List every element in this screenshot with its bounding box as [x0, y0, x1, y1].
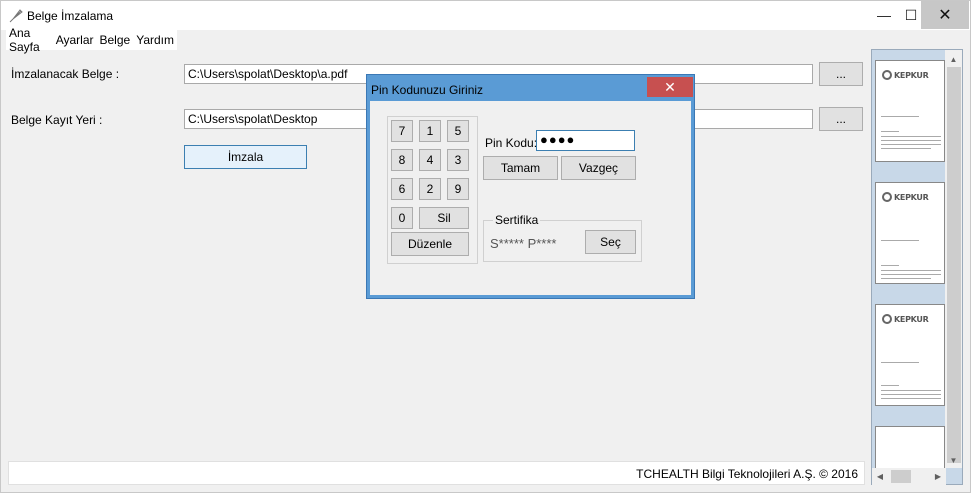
- dialog-title: Pin Kodunuzu Giriniz: [371, 83, 484, 97]
- key-6[interactable]: 6: [391, 178, 413, 200]
- cancel-button[interactable]: Vazgeç: [561, 156, 636, 180]
- browse-save-button[interactable]: ...: [819, 107, 863, 131]
- save-location-label: Belge Kayıt Yeri :: [11, 113, 103, 127]
- menu-ayarlar[interactable]: Ayarlar: [53, 33, 97, 47]
- close-icon: ✕: [664, 78, 676, 95]
- preview-logo: KEPKUR: [894, 315, 929, 324]
- key-5[interactable]: 5: [447, 120, 469, 142]
- status-bar: TCHEALTH Bilgi Teknolojileri A.Ş. © 2016: [8, 461, 865, 485]
- menu-bar: Ana Sayfa Ayarlar Belge Yardım: [6, 26, 177, 54]
- copyright-text: TCHEALTH Bilgi Teknolojileri A.Ş. © 2016: [636, 467, 858, 481]
- key-9[interactable]: 9: [447, 178, 469, 200]
- main-window: Belge İmzalama — ☐ ✕ Ana Sayfa Ayarlar B…: [0, 0, 971, 493]
- horizontal-scroll-thumb[interactable]: [891, 470, 911, 483]
- select-certificate-button[interactable]: Seç: [585, 230, 636, 254]
- key-7[interactable]: 7: [391, 120, 413, 142]
- certificate-group-label: Sertifika: [493, 213, 541, 227]
- scroll-left-icon[interactable]: ◀: [873, 469, 887, 484]
- window-title: Belge İmzalama: [27, 9, 114, 23]
- app-feather-icon: [9, 9, 23, 23]
- browse-document-button[interactable]: ...: [819, 62, 863, 86]
- sign-button[interactable]: İmzala: [184, 145, 307, 169]
- vertical-scroll-thumb[interactable]: [947, 67, 961, 463]
- logo-icon: [882, 314, 892, 324]
- delete-key[interactable]: Sil: [419, 207, 469, 229]
- key-3[interactable]: 3: [447, 149, 469, 171]
- key-2[interactable]: 2: [419, 178, 441, 200]
- preview-page-1[interactable]: KEPKUR: [875, 60, 945, 162]
- maximize-icon: ☐: [904, 6, 918, 23]
- preview-logo: KEPKUR: [894, 193, 929, 202]
- menu-ana-sayfa[interactable]: Ana Sayfa: [6, 26, 53, 54]
- minimize-icon: —: [877, 7, 891, 23]
- preview-page-2[interactable]: KEPKUR: [875, 182, 945, 284]
- dialog-close-button[interactable]: ✕: [647, 77, 693, 97]
- preview-page-3[interactable]: KEPKUR: [875, 304, 945, 406]
- scroll-right-icon[interactable]: ▶: [931, 469, 945, 484]
- key-1[interactable]: 1: [419, 120, 441, 142]
- scroll-up-icon[interactable]: ▲: [945, 52, 962, 66]
- certificate-name: S***** P****: [490, 236, 557, 251]
- title-bar: Belge İmzalama — ☐ ✕: [1, 1, 970, 30]
- menu-yardim[interactable]: Yardım: [133, 33, 177, 47]
- logo-icon: [882, 192, 892, 202]
- pin-label: Pin Kodu:: [485, 136, 538, 150]
- pin-dialog: Pin Kodunuzu Giriniz ✕ 7 1 5 8 4 3 6 2 9…: [366, 74, 695, 299]
- key-4[interactable]: 4: [419, 149, 441, 171]
- menu-belge[interactable]: Belge: [97, 33, 134, 47]
- dialog-body: 7 1 5 8 4 3 6 2 9 0 Sil Düzenle Pin Kodu…: [370, 101, 691, 295]
- close-icon: ✕: [938, 7, 952, 24]
- scroll-down-icon[interactable]: ▼: [945, 453, 962, 467]
- pin-input[interactable]: ●●●●: [536, 130, 635, 151]
- document-label: İmzalanacak Belge :: [11, 67, 120, 81]
- ok-button[interactable]: Tamam: [483, 156, 558, 180]
- key-0[interactable]: 0: [391, 207, 413, 229]
- shuffle-keys-button[interactable]: Düzenle: [391, 232, 469, 256]
- preview-logo: KEPKUR: [894, 71, 929, 80]
- logo-icon: [882, 70, 892, 80]
- key-8[interactable]: 8: [391, 149, 413, 171]
- close-window-button[interactable]: ✕: [921, 1, 969, 29]
